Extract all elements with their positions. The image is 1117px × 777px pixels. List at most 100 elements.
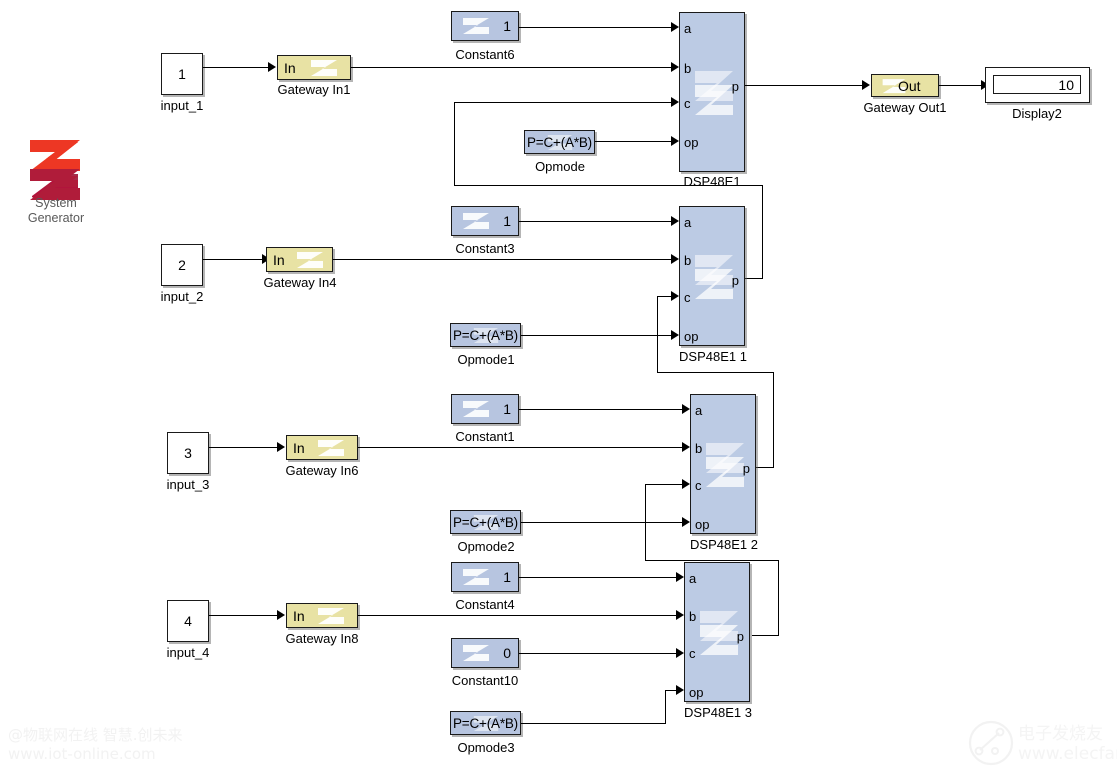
- arrowhead-dsp2-b: [671, 254, 679, 264]
- inport-block-4[interactable]: 4: [167, 600, 209, 642]
- wire-input1-gatewayin1: [203, 67, 268, 68]
- display-value-2: 10: [1058, 76, 1074, 93]
- arrowhead-dsp2-op: [671, 330, 679, 340]
- constant-body-10: 0: [451, 638, 519, 668]
- gateway-in-block-1[interactable]: In: [277, 55, 351, 80]
- dsp48e1-body-3: a b c op p: [684, 562, 750, 702]
- system-generator-logo[interactable]: [28, 140, 82, 200]
- display-block-2[interactable]: 10: [985, 67, 1090, 103]
- wire-input3-gatewayin6: [209, 447, 277, 448]
- opmode-block-1[interactable]: P=C+(A*B): [450, 323, 521, 347]
- display-body-2: 10: [985, 67, 1090, 103]
- elecfans-circle-icon: [968, 720, 1014, 766]
- wire-opmode2-op: [521, 522, 682, 523]
- constant-block-1[interactable]: 1: [451, 394, 519, 424]
- wire-feedback3-v-right: [778, 560, 779, 636]
- inport-block-1[interactable]: 1: [161, 53, 203, 95]
- inport-block-2[interactable]: 2: [161, 244, 203, 286]
- opmode-block-2[interactable]: P=C+(A*B): [450, 510, 521, 534]
- wire-constant3-a: [519, 221, 671, 222]
- wire-feedback2-v-left: [657, 296, 658, 373]
- constant-value-10: 0: [503, 645, 511, 661]
- gateway-in-caption-4: Gateway In4: [263, 275, 337, 290]
- simulink-canvas: System Generator 1 input_1 In Gateway In…: [0, 0, 1117, 777]
- constant-caption-10: Constant10: [451, 673, 519, 688]
- arrowhead-gatewayin1: [268, 62, 276, 72]
- constant-caption-6: Constant6: [455, 47, 515, 62]
- arrowhead-dsp4-op: [676, 685, 684, 695]
- xilinx-watermark-icon: [695, 71, 733, 115]
- opmode-block-0[interactable]: P=C+(A*B): [524, 130, 595, 154]
- dsp-port-c-0: c: [684, 96, 691, 111]
- dsp-port-b-2: b: [695, 441, 703, 456]
- inport-block-3[interactable]: 3: [167, 432, 209, 474]
- constant-block-10[interactable]: 0: [451, 638, 519, 668]
- gateway-in-body-4: In: [266, 247, 333, 272]
- inport-caption-2: input_2: [160, 289, 204, 304]
- dsp-port-a-2: a: [695, 403, 703, 418]
- display-caption-2: Display2: [1012, 106, 1062, 121]
- inport-caption-4: input_4: [166, 645, 210, 660]
- xilinx-watermark-icon: [695, 255, 733, 299]
- gateway-in-caption-6: Gateway In6: [285, 463, 359, 478]
- dsp48e1-caption-3: DSP48E1 3: [684, 705, 752, 720]
- dsp-port-op-1: op: [684, 329, 699, 344]
- arrowhead-dsp3-c: [682, 479, 690, 489]
- wire-input4-gatewayin8: [209, 615, 277, 616]
- wire-feedback1-v-right: [762, 185, 763, 279]
- arrowhead-dsp4-b: [676, 610, 684, 620]
- dsp48e1-block-2[interactable]: a b c op p: [690, 394, 756, 534]
- constant-caption-4: Constant4: [455, 597, 515, 612]
- arrowhead-dsp3-b: [682, 442, 690, 452]
- constant-block-3[interactable]: 1: [451, 206, 519, 236]
- gateway-in-block-6[interactable]: In: [286, 435, 358, 460]
- constant-body-3: 1: [451, 206, 519, 236]
- wire-feedback3-v-left: [645, 484, 646, 561]
- inport-caption-3: input_3: [166, 477, 210, 492]
- opmode-caption-3: Opmode3: [457, 740, 515, 755]
- constant-block-6[interactable]: 1: [451, 11, 519, 41]
- opmode-value-1: P=C+(A*B): [453, 327, 518, 343]
- wire-feedback1-h-top: [454, 102, 671, 103]
- gateway-in-text-6: In: [293, 439, 305, 456]
- display-inner-2: 10: [993, 75, 1081, 94]
- wire-feedback2-v-right: [773, 372, 774, 468]
- opmode-body-1: P=C+(A*B): [450, 323, 521, 347]
- inport-body-2: 2: [161, 244, 203, 286]
- wire-feedback2-h-top: [657, 296, 671, 297]
- inport-caption-1: input_1: [160, 98, 204, 113]
- xilinx-watermark-icon: [463, 569, 489, 585]
- dsp-port-a-3: a: [689, 571, 697, 586]
- xilinx-logo-icon: [30, 140, 80, 200]
- dsp48e1-block-0[interactable]: a b c op p: [679, 12, 745, 172]
- dsp-port-p-3: p: [736, 629, 744, 644]
- dsp48e1-block-1[interactable]: a b c op p: [679, 206, 745, 346]
- constant-value-1: 1: [503, 401, 511, 417]
- opmode-block-3[interactable]: P=C+(A*B): [450, 711, 521, 735]
- constant-block-4[interactable]: 1: [451, 562, 519, 592]
- dsp-port-p-2: p: [742, 461, 750, 476]
- inport-body-4: 4: [167, 600, 209, 642]
- inport-body-3: 3: [167, 432, 209, 474]
- dsp48e1-body-1: a b c op p: [679, 206, 745, 346]
- xilinx-watermark-icon: [318, 608, 344, 624]
- arrowhead-dsp1-a: [671, 22, 679, 32]
- dsp48e1-body-0: a b c op p: [679, 12, 745, 172]
- dsp-port-b-0: b: [684, 61, 692, 76]
- inport-value-3: 3: [184, 445, 192, 461]
- xilinx-watermark-icon: [311, 60, 337, 76]
- gateway-in-block-8[interactable]: In: [286, 603, 358, 628]
- arrowhead-dsp1-b: [671, 62, 679, 72]
- dsp-port-c-3: c: [689, 646, 696, 661]
- gateway-in-caption-1: Gateway In1: [277, 82, 351, 97]
- constant-value-4: 1: [503, 569, 511, 585]
- wire-dsp1-p-gatewayout: [745, 85, 862, 86]
- gateway-in-block-4[interactable]: In: [266, 247, 333, 272]
- inport-value-1: 1: [178, 66, 186, 82]
- wire-dsp4-p-out: [752, 635, 779, 636]
- gateway-in-body-8: In: [286, 603, 358, 628]
- wire-constant6-a: [519, 27, 671, 28]
- dsp48e1-block-3[interactable]: a b c op p: [684, 562, 750, 702]
- opmode-body-2: P=C+(A*B): [450, 510, 521, 534]
- gateway-out-block-1[interactable]: Out: [871, 74, 939, 97]
